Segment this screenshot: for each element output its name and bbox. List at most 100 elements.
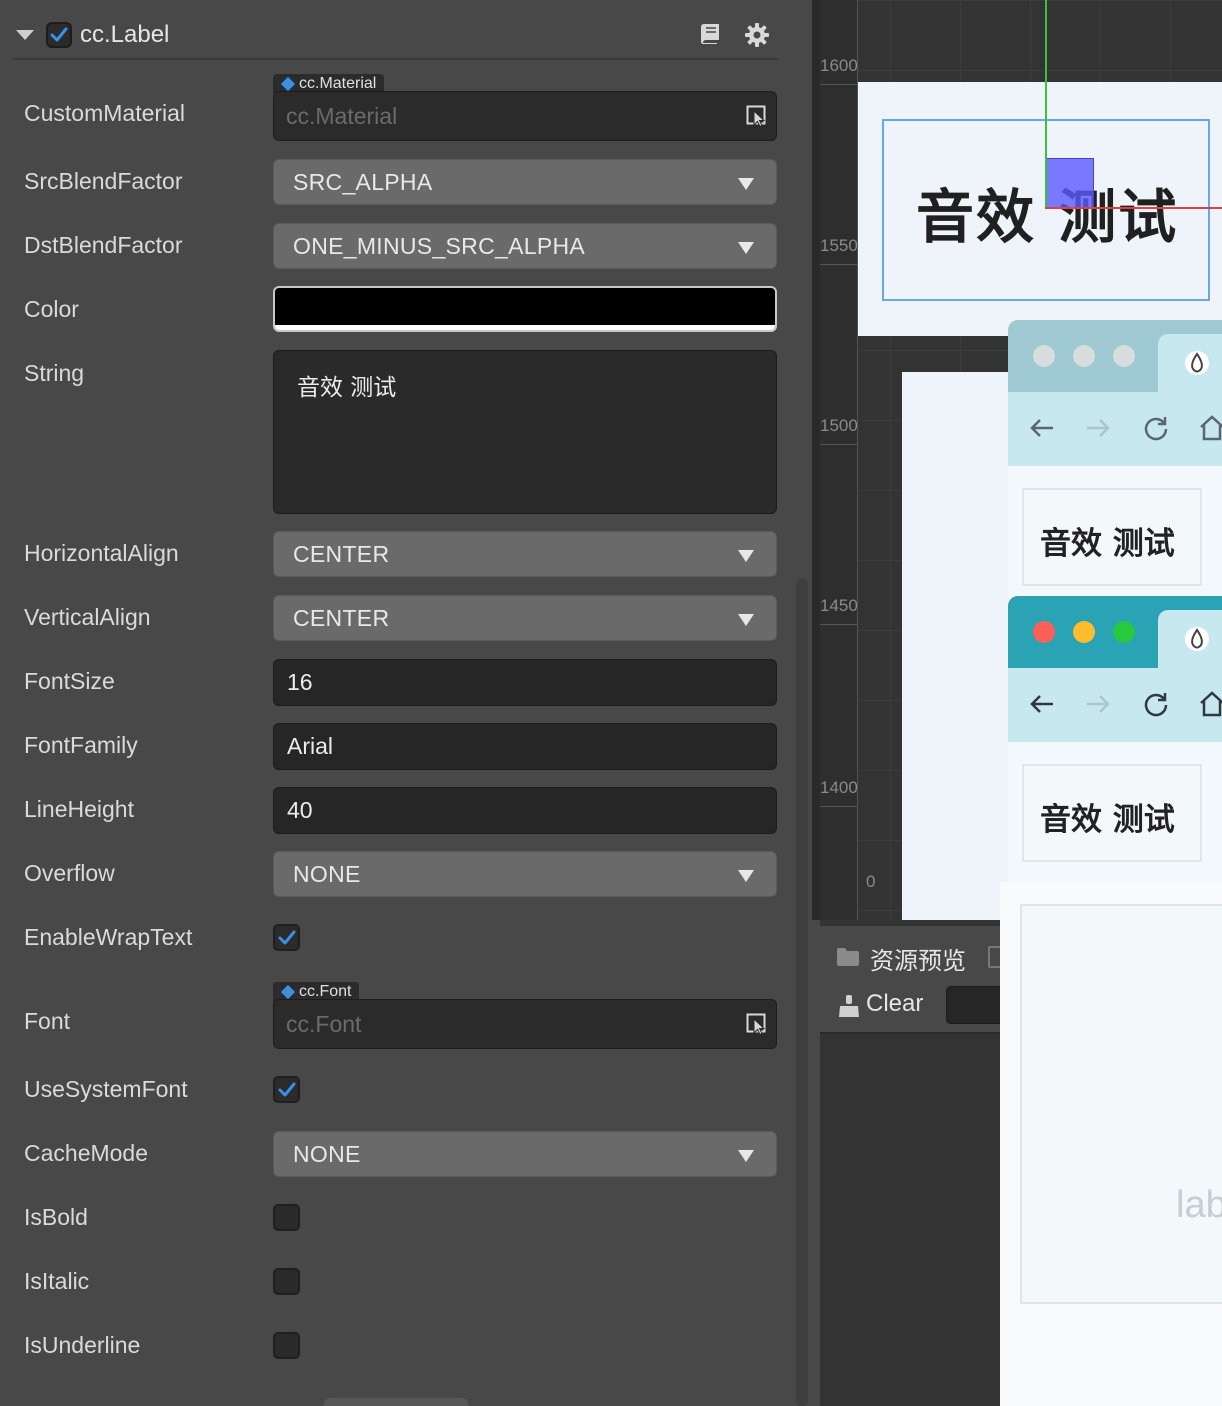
- cache-mode-value: NONE: [293, 1141, 361, 1167]
- book-icon[interactable]: [698, 22, 722, 46]
- zoom-dot[interactable]: [1113, 345, 1135, 367]
- folder-icon: [836, 947, 860, 967]
- font-family-label: FontFamily: [24, 732, 138, 758]
- ruler-tick: 1550: [820, 236, 858, 255]
- close-dot[interactable]: [1033, 345, 1055, 367]
- add-component-tab[interactable]: [324, 1398, 468, 1406]
- font-family-input[interactable]: Arial: [273, 723, 777, 770]
- back-arrow-icon[interactable]: [1028, 690, 1056, 718]
- preview-content-box: [1020, 904, 1222, 1304]
- x-axis-gizmo[interactable]: [1045, 207, 1222, 209]
- ruler-line: [820, 444, 858, 445]
- src-blend-select[interactable]: SRC_ALPHA: [273, 159, 777, 205]
- is-underline-checkbox[interactable]: [273, 1332, 300, 1359]
- ruler-tick: 1450: [820, 596, 858, 615]
- font-placeholder: cc.Font: [286, 1011, 362, 1037]
- is-bold-checkbox[interactable]: [273, 1204, 300, 1231]
- ruler-tick: 1400: [820, 778, 858, 797]
- cache-mode-label: CacheMode: [24, 1140, 149, 1166]
- font-label: Font: [24, 1008, 71, 1034]
- h-align-value: CENTER: [293, 541, 390, 567]
- ruler-line: [820, 264, 858, 265]
- cocos-favicon-icon: [1184, 626, 1210, 652]
- forward-arrow-icon[interactable]: [1084, 414, 1112, 442]
- overflow-value: NONE: [293, 861, 361, 887]
- wrap-text-checkbox[interactable]: [273, 924, 300, 951]
- src-blend-value: SRC_ALPHA: [293, 169, 433, 195]
- dst-blend-value: ONE_MINUS_SRC_ALPHA: [293, 233, 586, 259]
- forward-arrow-icon[interactable]: [1084, 690, 1112, 718]
- ruler-line: [820, 806, 858, 807]
- overflow-select[interactable]: NONE: [273, 851, 777, 897]
- font-size-value: 16: [287, 669, 313, 695]
- is-italic-label: IsItalic: [24, 1268, 90, 1294]
- font-size-input[interactable]: 16: [273, 659, 777, 706]
- chevron-down-icon: [738, 870, 754, 882]
- chevron-down-icon: [738, 550, 754, 562]
- reload-icon[interactable]: [1142, 690, 1170, 718]
- v-align-select[interactable]: CENTER: [273, 595, 777, 641]
- ruler-tick: 1600: [820, 56, 858, 75]
- dst-blend-select[interactable]: ONE_MINUS_SRC_ALPHA: [273, 223, 777, 269]
- assets-tab-label: 资源预览: [870, 947, 966, 975]
- fold-arrow-icon[interactable]: [16, 30, 34, 40]
- scene-panel[interactable]: 1600 1550 1500 1450 1400 0 音效 测试 音效 测试 音…: [812, 0, 1222, 920]
- component-header[interactable]: cc.Label: [12, 12, 778, 60]
- reload-icon[interactable]: [1142, 414, 1170, 442]
- custom-material-field[interactable]: cc.Material: [273, 91, 777, 141]
- system-font-checkbox[interactable]: [273, 1076, 300, 1103]
- minimize-dot[interactable]: [1073, 345, 1095, 367]
- v-align-value: CENTER: [293, 605, 390, 631]
- font-family-value: Arial: [287, 733, 334, 759]
- v-align-label: VerticalAlign: [24, 604, 151, 630]
- overflow-label: Overflow: [24, 860, 115, 886]
- dst-blend-label: DstBlendFactor: [24, 232, 183, 258]
- cache-mode-select[interactable]: NONE: [273, 1131, 777, 1177]
- browser-preview-active[interactable]: 音效 测试: [1008, 596, 1222, 920]
- inspector-panel: cc.Label CustomMaterial cc.Material cc.M…: [0, 0, 812, 1406]
- ruler-tick: 1500: [820, 416, 858, 435]
- vertical-ruler: 1600 1550 1500 1450 1400 0: [820, 0, 875, 920]
- font-size-label: FontSize: [24, 668, 115, 694]
- wrap-text-label: EnableWrapText: [24, 924, 193, 950]
- component-enabled-checkbox[interactable]: [46, 22, 72, 53]
- inspector-scrollbar[interactable]: [796, 578, 808, 1406]
- broom-icon[interactable]: [838, 994, 860, 1018]
- y-axis-gizmo[interactable]: [1045, 0, 1047, 208]
- minimize-dot[interactable]: [1073, 621, 1095, 643]
- browser-preview-inactive[interactable]: 音效 测试: [1008, 320, 1222, 620]
- close-dot[interactable]: [1033, 621, 1055, 643]
- h-align-select[interactable]: CENTER: [273, 531, 777, 577]
- scene-canvas-lower: [902, 372, 1022, 920]
- asset-type-icon: [280, 76, 296, 92]
- is-bold-label: IsBold: [24, 1204, 88, 1230]
- system-font-label: UseSystemFont: [24, 1076, 188, 1102]
- font-asset-field[interactable]: cc.Font: [273, 999, 777, 1049]
- color-label: Color: [24, 296, 79, 322]
- component-title: cc.Label: [80, 21, 170, 48]
- preview-label-text: 音效 测试: [1040, 526, 1175, 562]
- color-picker[interactable]: [273, 286, 777, 332]
- line-height-input[interactable]: 40: [273, 787, 777, 834]
- zoom-dot[interactable]: [1113, 621, 1135, 643]
- string-textarea[interactable]: 音效 测试: [273, 350, 777, 514]
- is-italic-checkbox[interactable]: [273, 1268, 300, 1295]
- preview-window: lab: [1000, 882, 1222, 1406]
- back-arrow-icon[interactable]: [1028, 414, 1056, 442]
- gear-icon[interactable]: [744, 22, 770, 48]
- asset-pick-icon[interactable]: [746, 1013, 768, 1036]
- custom-material-label: CustomMaterial: [24, 100, 186, 126]
- preview-label-text: 音效 测试: [1040, 802, 1175, 838]
- string-label: String: [24, 360, 85, 386]
- line-height-value: 40: [287, 797, 313, 823]
- assets-tab[interactable]: 资源预览: [820, 926, 1002, 982]
- clear-button[interactable]: Clear: [866, 990, 923, 1018]
- custom-material-placeholder: cc.Material: [286, 103, 398, 129]
- home-icon[interactable]: [1198, 414, 1222, 442]
- move-gizmo-handle[interactable]: [1046, 158, 1094, 208]
- asset-pick-icon[interactable]: [746, 105, 768, 128]
- asset-type-icon: [280, 984, 296, 1000]
- home-icon[interactable]: [1198, 690, 1222, 718]
- is-underline-label: IsUnderline: [24, 1332, 141, 1358]
- preview-text-fragment: lab: [1176, 1184, 1222, 1226]
